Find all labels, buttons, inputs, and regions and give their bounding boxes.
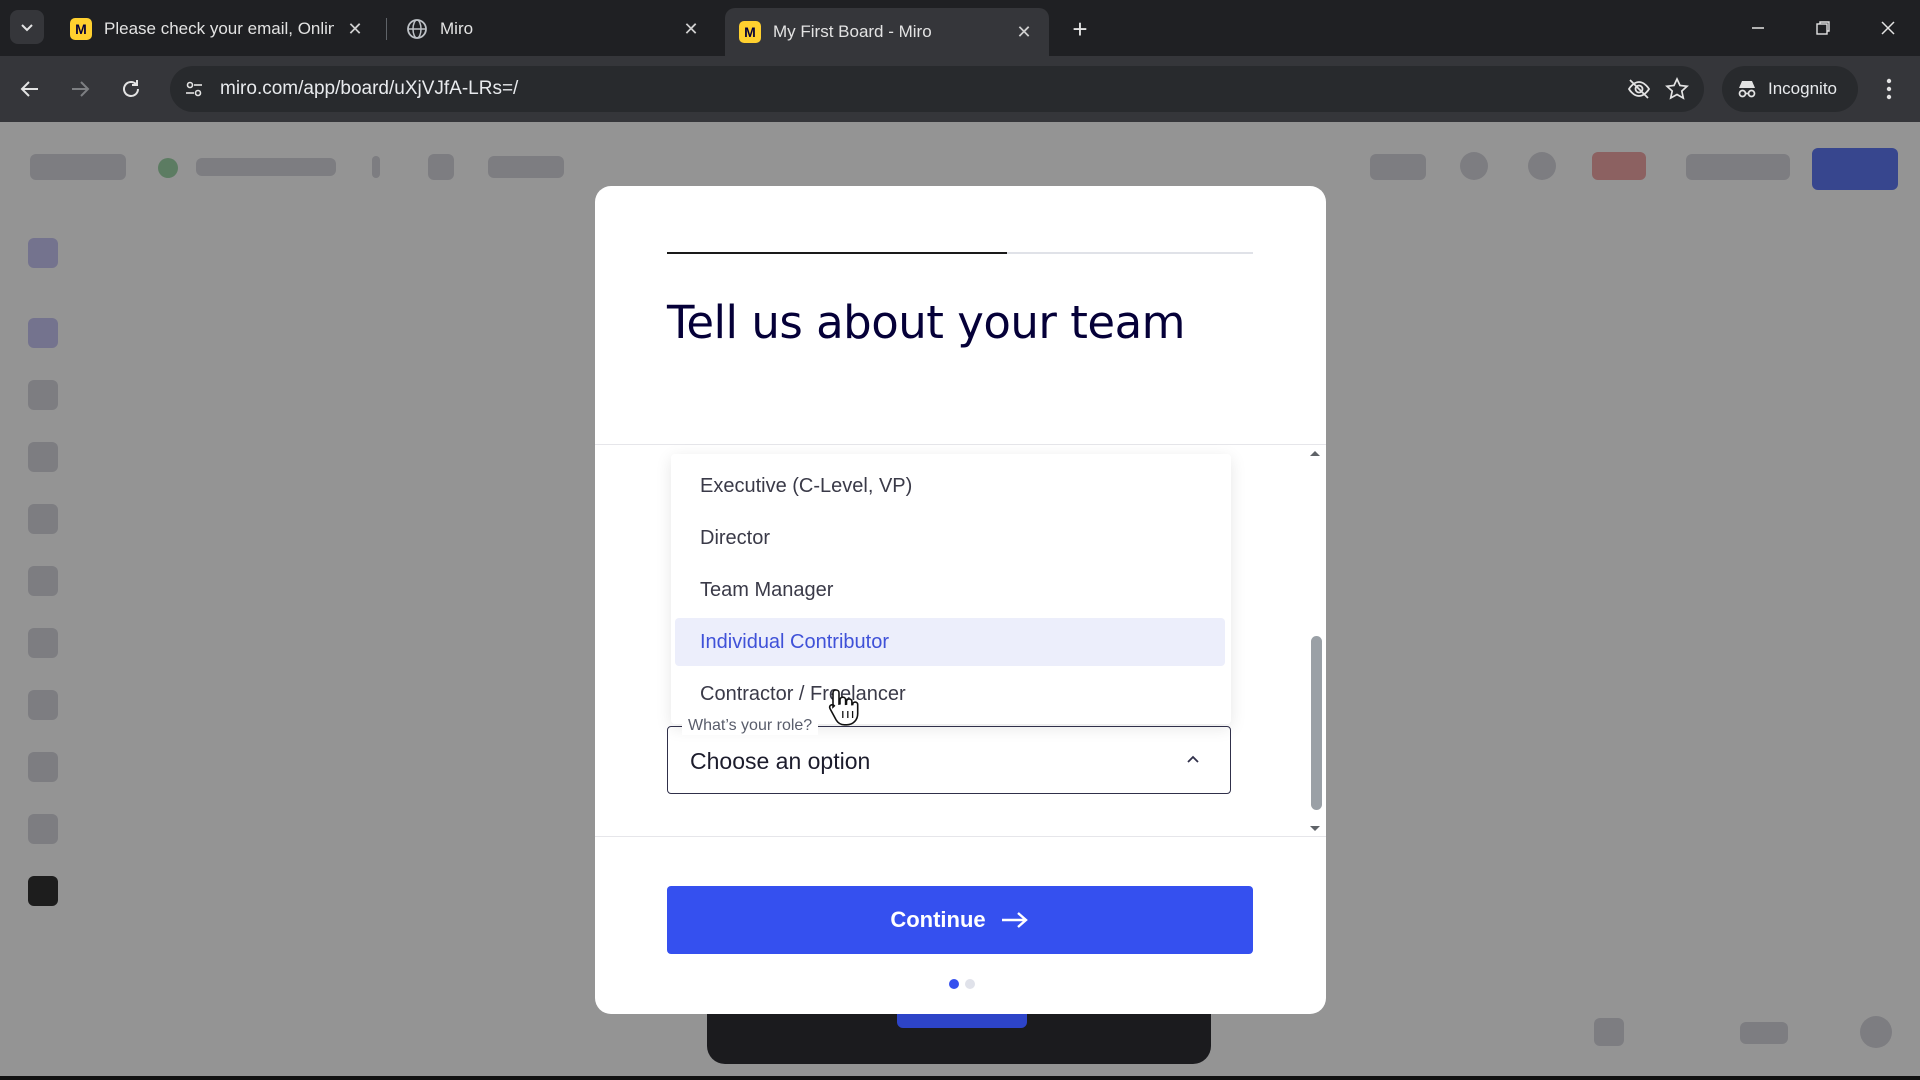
restore-button[interactable] [1801,10,1845,46]
hand-cursor-icon [828,689,859,726]
divider [595,444,1326,445]
tab-title: Miro [440,19,474,38]
more-vertical-icon [1886,78,1892,100]
chevron-down-icon [21,24,33,32]
page-bottom-edge [0,1076,1920,1080]
continue-label: Continue [890,907,986,932]
minimize-icon [1752,27,1764,29]
url-text[interactable]: miro.com/app/board/uXjVJfA-LRs=/ [220,78,518,100]
role-option-executive[interactable]: Executive (C-Level, VP) [675,462,1225,510]
modal-title: Tell us about your team [667,296,1185,349]
step-dot-active [949,979,959,989]
step-indicator [949,979,975,989]
tab-search-button[interactable] [10,10,44,44]
miro-logo-icon: M [739,21,761,43]
board-bottom-card [707,1014,1211,1064]
chevron-up-icon [1187,755,1199,763]
page-viewport: Tell us about your team Executive (C-Lev… [0,122,1920,1080]
site-settings-icon[interactable] [182,77,206,101]
browser-tab-board[interactable]: M My First Board - Miro ✕ [725,8,1049,56]
modal-scroll-region[interactable]: Executive (C-Level, VP) Director Team Ma… [595,446,1326,836]
restore-icon [1816,21,1830,35]
new-tab-button[interactable]: + [1063,12,1097,46]
reload-button[interactable] [113,71,149,107]
forward-button[interactable] [62,71,98,107]
browser-tabstrip: M Please check your email, Online ✕ Miro… [0,0,1920,56]
incognito-label: Incognito [1768,79,1837,98]
tab-title: Please check your email, Online [104,19,334,38]
tab-title: My First Board - Miro [773,22,932,41]
role-option-individual-contributor[interactable]: Individual Contributor [675,618,1225,666]
incognito-badge[interactable]: Incognito [1722,66,1858,112]
role-select-label: What’s your role? [682,717,819,735]
close-icon[interactable]: ✕ [680,18,702,40]
browser-tab-miro[interactable]: Miro ✕ [392,8,716,50]
onboarding-modal: Tell us about your team Executive (C-Lev… [595,186,1326,1014]
tab-separator [386,18,387,40]
role-option-contractor[interactable]: Contractor / Freelancer [675,670,1225,718]
eye-off-icon[interactable] [1626,76,1652,102]
role-options-list: Executive (C-Level, VP) Director Team Ma… [671,454,1231,724]
browser-toolbar: miro.com/app/board/uXjVJfA-LRs=/ Incogni… [0,56,1920,122]
arrow-right-icon [72,81,90,97]
close-icon[interactable]: ✕ [344,18,366,40]
minimize-button[interactable] [1736,10,1780,46]
incognito-icon [1738,81,1756,98]
close-icon [1881,21,1895,35]
browser-menu-button[interactable] [1876,76,1902,102]
role-select[interactable]: What’s your role? Choose an option [667,717,1231,794]
browser-tab-email[interactable]: M Please check your email, Online ✕ [56,8,380,50]
step-dot [965,979,975,989]
scroll-up-arrow-icon[interactable] [1308,448,1322,458]
miro-logo-icon: M [70,18,92,40]
progress-bar [667,252,1253,254]
window-close-button[interactable] [1866,10,1910,46]
board-bottom-bar [897,1014,1027,1028]
continue-button[interactable]: Continue [667,886,1253,954]
arrow-right-icon [1001,912,1028,928]
back-button[interactable] [12,71,48,107]
role-option-team-manager[interactable]: Team Manager [675,566,1225,614]
arrow-left-icon [20,81,38,97]
role-option-director[interactable]: Director [675,514,1225,562]
globe-icon [407,19,427,39]
reload-icon [123,80,139,97]
divider [595,836,1326,837]
progress-fill [667,252,1007,254]
scrollbar-thumb[interactable] [1311,636,1322,810]
scroll-down-arrow-icon[interactable] [1308,824,1322,834]
close-icon[interactable]: ✕ [1013,21,1035,43]
role-select-value: Choose an option [690,748,871,774]
star-icon[interactable] [1664,76,1690,102]
address-bar[interactable]: miro.com/app/board/uXjVJfA-LRs=/ [170,66,1704,112]
